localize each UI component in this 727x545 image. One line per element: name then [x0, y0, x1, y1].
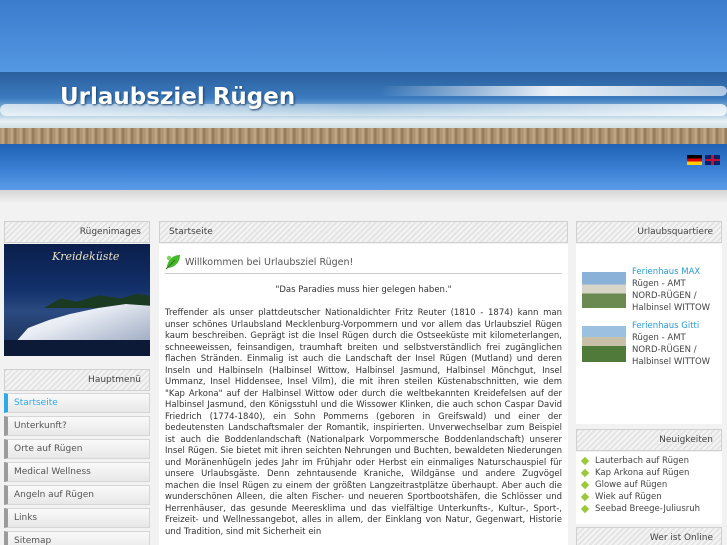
- quarter-line: Halbinsel WITTOW: [632, 303, 711, 313]
- quarter-details: Ferienhaus Gitti Rügen - AMT NORD-RÜGEN …: [632, 320, 710, 368]
- menu-item-orte[interactable]: Orte auf Rügen: [4, 439, 150, 459]
- news-link[interactable]: Seebad Breege-Juliusruh: [595, 504, 700, 514]
- quarter-details: Ferienhaus MAX Rügen - AMT NORD-RÜGEN / …: [632, 266, 710, 314]
- news-item[interactable]: Kap Arkona auf Rügen: [580, 467, 722, 479]
- news-item[interactable]: Glowe auf Rügen: [580, 479, 722, 491]
- news-heading: Neuigkeiten: [576, 429, 722, 451]
- quarter-item: Ferienhaus MAX Rügen - AMT NORD-RÜGEN / …: [582, 266, 722, 314]
- main-menu: Startseite Unterkunft? Orte auf Rügen Me…: [4, 393, 150, 545]
- menu-item-startseite[interactable]: Startseite: [4, 393, 150, 413]
- image-caption: Kreideküste: [52, 250, 120, 263]
- rugen-images-heading: Rügenimages: [4, 221, 150, 243]
- quarter-line: Halbinsel WITTOW: [632, 357, 711, 367]
- news-link[interactable]: Lauterbach auf Rügen: [595, 456, 689, 466]
- news-link[interactable]: Wiek auf Rügen: [595, 492, 662, 502]
- news-item[interactable]: Seebad Breege-Juliusruh: [580, 503, 722, 515]
- quarter-title-link[interactable]: Ferienhaus Gitti: [632, 320, 710, 332]
- welcome-header: Willkommen bei Urlaubsziel Rügen!: [165, 254, 562, 274]
- bullet-icon: [580, 492, 590, 502]
- header-band: [0, 144, 727, 190]
- rugen-image[interactable]: Kreideküste: [4, 244, 150, 356]
- header-beach: [0, 128, 727, 144]
- bullet-icon: [580, 468, 590, 478]
- news-link[interactable]: Kap Arkona auf Rügen: [595, 468, 689, 478]
- image-shore: [4, 340, 150, 356]
- quarter-title-link[interactable]: Ferienhaus MAX: [632, 266, 710, 278]
- quarter-line: Rügen - AMT: [632, 279, 686, 289]
- breadcrumb[interactable]: Startseite: [159, 221, 568, 243]
- menu-item-unterkunft[interactable]: Unterkunft?: [4, 416, 150, 436]
- menu-item-sitemap[interactable]: Sitemap: [4, 531, 150, 545]
- site-header: Urlaubsziel Rügen: [0, 0, 727, 190]
- quarter-line: NORD-RÜGEN /: [632, 345, 697, 355]
- intro-quote: "Das Paradies muss hier gelegen haben.": [275, 285, 452, 295]
- header-sky: [0, 0, 727, 72]
- menu-item-links[interactable]: Links: [4, 508, 150, 528]
- news-link[interactable]: Glowe auf Rügen: [595, 480, 667, 490]
- news-list: Lauterbach auf Rügen Kap Arkona auf Rüge…: [576, 452, 722, 524]
- image-chalk-cliffs: [14, 304, 150, 344]
- language-switcher: [687, 155, 720, 165]
- quarter-line: Rügen - AMT: [632, 333, 686, 343]
- page-title: Willkommen bei Urlaubsziel Rügen!: [185, 256, 354, 268]
- bullet-icon: [580, 480, 590, 490]
- quarter-thumbnail[interactable]: [582, 272, 626, 308]
- quarter-item: Ferienhaus Gitti Rügen - AMT NORD-RÜGEN …: [582, 320, 722, 368]
- quarter-thumbnail[interactable]: [582, 326, 626, 362]
- header-wave: [380, 86, 727, 96]
- main-menu-heading: Hauptmenü: [4, 369, 150, 391]
- bullet-icon: [580, 456, 590, 466]
- holiday-quarters-heading: Urlaubsquartiere: [576, 221, 722, 243]
- news-item[interactable]: Lauterbach auf Rügen: [580, 455, 722, 467]
- who-is-online-heading: Wer ist Online: [576, 527, 722, 545]
- bullet-icon: [580, 504, 590, 514]
- leaf-icon: [165, 255, 180, 270]
- menu-item-medical-wellness[interactable]: Medical Wellness: [4, 462, 150, 482]
- german-flag-icon[interactable]: [687, 155, 702, 165]
- header-divider: [0, 190, 727, 202]
- quarter-line: NORD-RÜGEN /: [632, 291, 697, 301]
- menu-item-angeln[interactable]: Angeln auf Rügen: [4, 485, 150, 505]
- news-item[interactable]: Wiek auf Rügen: [580, 491, 722, 503]
- site-title[interactable]: Urlaubsziel Rügen: [60, 84, 295, 110]
- article-body: Treffender als unser plattdeutscher Nati…: [165, 308, 562, 537]
- main-content: Willkommen bei Urlaubsziel Rügen! "Das P…: [159, 244, 568, 545]
- english-flag-icon[interactable]: [705, 155, 720, 165]
- holiday-quarters-list: Ferienhaus MAX Rügen - AMT NORD-RÜGEN / …: [576, 244, 722, 424]
